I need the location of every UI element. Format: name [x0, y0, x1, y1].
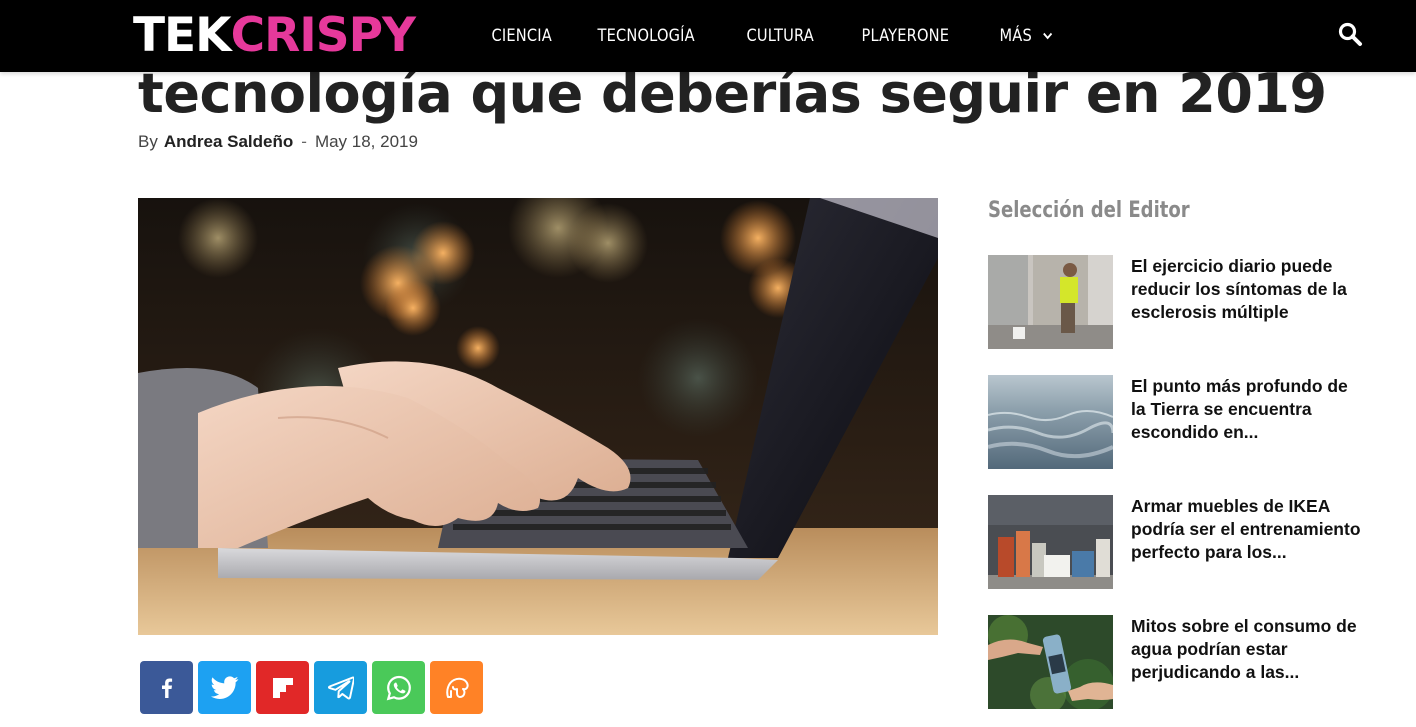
telegram-icon: [327, 675, 354, 699]
woman-painting-wall-image: [988, 255, 1113, 349]
editor-pick-thumbnail[interactable]: [988, 255, 1113, 349]
share-telegram-button[interactable]: [314, 661, 367, 714]
share-twitter-button[interactable]: [198, 661, 251, 714]
share-buttons: [140, 661, 483, 714]
nav-item-mas[interactable]: MÁS: [984, 0, 1068, 72]
meta-separator: -: [301, 132, 307, 151]
editor-pick-title[interactable]: Armar muebles de IKEA podría ser el entr…: [1131, 495, 1363, 564]
nav-item-label: CIENCIA: [491, 26, 552, 46]
laptop-typing-image: [138, 198, 938, 635]
nav-item-ciencia[interactable]: CIENCIA: [476, 0, 567, 72]
facebook-icon: [161, 678, 172, 698]
editor-pick-title[interactable]: El punto más profundo de la Tierra se en…: [1131, 375, 1363, 444]
nav-item-label: MÁS: [999, 26, 1032, 46]
nav-item-cultura[interactable]: CULTURA: [731, 0, 829, 72]
twitter-icon: [210, 675, 238, 699]
share-mix-button[interactable]: [430, 661, 483, 714]
chevron-down-icon: [1042, 32, 1052, 40]
search-button[interactable]: [1336, 20, 1366, 50]
top-navigation-bar: TEK CRISPY CIENCIA TECNOLOGÍA CULTURA PLA…: [0, 0, 1416, 72]
nav-item-label: TECNOLOGÍA: [597, 26, 696, 46]
editor-pick-item[interactable]: El ejercicio diario puede reducir los sí…: [988, 255, 1368, 349]
flipboard-icon: [272, 677, 293, 698]
logo-text-tek: TEK: [133, 7, 232, 63]
featured-image: [138, 198, 938, 635]
editor-pick-title[interactable]: Mitos sobre el consumo de agua podrían e…: [1131, 615, 1363, 684]
editor-pick-item[interactable]: Armar muebles de IKEA podría ser el entr…: [988, 495, 1368, 589]
editor-pick-thumbnail[interactable]: [988, 615, 1113, 709]
nav-item-label: PLAYERONE: [861, 26, 950, 46]
sidebar-title: Selección del Editor: [988, 198, 1190, 223]
publish-date: May 18, 2019: [314, 132, 418, 151]
byline-label: By: [138, 132, 158, 151]
share-flipboard-button[interactable]: [256, 661, 309, 714]
nav-item-playerone[interactable]: PLAYERONE: [846, 0, 965, 72]
nav-item-label: CULTURA: [746, 26, 815, 46]
ikea-furniture-image: [988, 495, 1113, 589]
share-whatsapp-button[interactable]: [372, 661, 425, 714]
water-bottle-hands-image: [988, 615, 1113, 709]
author-link[interactable]: Andrea Saldeño: [164, 132, 293, 152]
site-logo[interactable]: TEK CRISPY: [133, 7, 417, 63]
logo-text-crispy: CRISPY: [230, 7, 417, 63]
editor-pick-item[interactable]: Mitos sobre el consumo de agua podrían e…: [988, 615, 1368, 709]
ocean-waves-image: [988, 375, 1113, 469]
editor-pick-item[interactable]: El punto más profundo de la Tierra se en…: [988, 375, 1368, 469]
whatsapp-icon: [386, 675, 411, 700]
share-facebook-button[interactable]: [140, 661, 193, 714]
article-meta: By Andrea Saldeño - May 18, 2019: [138, 132, 418, 152]
mix-icon: [445, 677, 469, 698]
search-icon: [1338, 22, 1362, 46]
nav-item-tecnologia[interactable]: TECNOLOGÍA: [582, 0, 710, 72]
editor-pick-title[interactable]: El ejercicio diario puede reducir los sí…: [1131, 255, 1363, 324]
main-menu: CIENCIA TECNOLOGÍA CULTURA PLAYERONE MÁS: [476, 0, 1082, 72]
editor-pick-thumbnail[interactable]: [988, 375, 1113, 469]
editor-pick-thumbnail[interactable]: [988, 495, 1113, 589]
